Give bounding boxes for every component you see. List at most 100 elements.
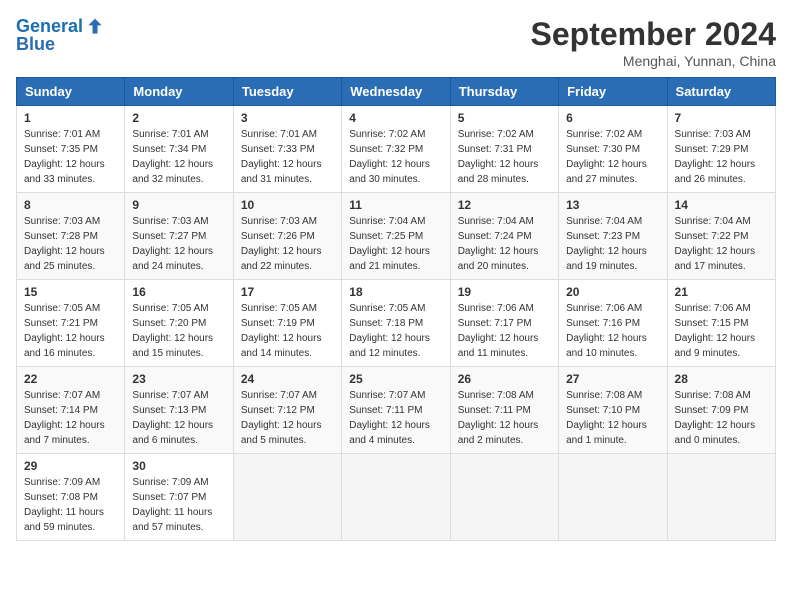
day-number: 29	[24, 459, 117, 473]
day-number: 14	[675, 198, 768, 212]
calendar-cell	[342, 454, 450, 541]
calendar-cell: 18 Sunrise: 7:05 AM Sunset: 7:18 PM Dayl…	[342, 280, 450, 367]
calendar-cell: 25 Sunrise: 7:07 AM Sunset: 7:11 PM Dayl…	[342, 367, 450, 454]
location-subtitle: Menghai, Yunnan, China	[531, 53, 776, 69]
day-info: Sunrise: 7:05 AM Sunset: 7:21 PM Dayligh…	[24, 301, 117, 361]
day-number: 26	[458, 372, 551, 386]
day-info: Sunrise: 7:03 AM Sunset: 7:29 PM Dayligh…	[675, 127, 768, 187]
calendar-cell: 17 Sunrise: 7:05 AM Sunset: 7:19 PM Dayl…	[233, 280, 341, 367]
day-info: Sunrise: 7:03 AM Sunset: 7:27 PM Dayligh…	[132, 214, 225, 274]
day-number: 5	[458, 111, 551, 125]
day-info: Sunrise: 7:04 AM Sunset: 7:22 PM Dayligh…	[675, 214, 768, 274]
weekday-header-row: SundayMondayTuesdayWednesdayThursdayFrid…	[17, 78, 776, 106]
day-info: Sunrise: 7:06 AM Sunset: 7:16 PM Dayligh…	[566, 301, 659, 361]
calendar-week-5: 29 Sunrise: 7:09 AM Sunset: 7:08 PM Dayl…	[17, 454, 776, 541]
day-number: 30	[132, 459, 225, 473]
weekday-header-tuesday: Tuesday	[233, 78, 341, 106]
calendar-cell: 29 Sunrise: 7:09 AM Sunset: 7:08 PM Dayl…	[17, 454, 125, 541]
day-number: 6	[566, 111, 659, 125]
calendar-cell: 15 Sunrise: 7:05 AM Sunset: 7:21 PM Dayl…	[17, 280, 125, 367]
day-number: 27	[566, 372, 659, 386]
calendar-cell: 3 Sunrise: 7:01 AM Sunset: 7:33 PM Dayli…	[233, 106, 341, 193]
day-number: 2	[132, 111, 225, 125]
day-number: 22	[24, 372, 117, 386]
day-info: Sunrise: 7:07 AM Sunset: 7:14 PM Dayligh…	[24, 388, 117, 448]
logo-icon	[85, 17, 105, 37]
day-info: Sunrise: 7:06 AM Sunset: 7:17 PM Dayligh…	[458, 301, 551, 361]
day-info: Sunrise: 7:02 AM Sunset: 7:31 PM Dayligh…	[458, 127, 551, 187]
calendar-cell: 26 Sunrise: 7:08 AM Sunset: 7:11 PM Dayl…	[450, 367, 558, 454]
calendar-cell: 28 Sunrise: 7:08 AM Sunset: 7:09 PM Dayl…	[667, 367, 775, 454]
day-info: Sunrise: 7:04 AM Sunset: 7:23 PM Dayligh…	[566, 214, 659, 274]
calendar-cell: 27 Sunrise: 7:08 AM Sunset: 7:10 PM Dayl…	[559, 367, 667, 454]
day-info: Sunrise: 7:02 AM Sunset: 7:32 PM Dayligh…	[349, 127, 442, 187]
day-number: 3	[241, 111, 334, 125]
day-info: Sunrise: 7:07 AM Sunset: 7:11 PM Dayligh…	[349, 388, 442, 448]
calendar-cell: 10 Sunrise: 7:03 AM Sunset: 7:26 PM Dayl…	[233, 193, 341, 280]
calendar-week-1: 1 Sunrise: 7:01 AM Sunset: 7:35 PM Dayli…	[17, 106, 776, 193]
weekday-header-friday: Friday	[559, 78, 667, 106]
calendar-cell: 13 Sunrise: 7:04 AM Sunset: 7:23 PM Dayl…	[559, 193, 667, 280]
day-info: Sunrise: 7:04 AM Sunset: 7:25 PM Dayligh…	[349, 214, 442, 274]
calendar-cell: 1 Sunrise: 7:01 AM Sunset: 7:35 PM Dayli…	[17, 106, 125, 193]
day-info: Sunrise: 7:08 AM Sunset: 7:09 PM Dayligh…	[675, 388, 768, 448]
day-info: Sunrise: 7:09 AM Sunset: 7:08 PM Dayligh…	[24, 475, 117, 535]
day-info: Sunrise: 7:06 AM Sunset: 7:15 PM Dayligh…	[675, 301, 768, 361]
day-number: 18	[349, 285, 442, 299]
day-number: 19	[458, 285, 551, 299]
logo: General Blue	[16, 16, 105, 55]
day-info: Sunrise: 7:08 AM Sunset: 7:11 PM Dayligh…	[458, 388, 551, 448]
calendar-cell	[450, 454, 558, 541]
calendar-cell: 19 Sunrise: 7:06 AM Sunset: 7:17 PM Dayl…	[450, 280, 558, 367]
day-number: 1	[24, 111, 117, 125]
calendar-cell: 9 Sunrise: 7:03 AM Sunset: 7:27 PM Dayli…	[125, 193, 233, 280]
calendar-week-4: 22 Sunrise: 7:07 AM Sunset: 7:14 PM Dayl…	[17, 367, 776, 454]
calendar-cell: 22 Sunrise: 7:07 AM Sunset: 7:14 PM Dayl…	[17, 367, 125, 454]
day-info: Sunrise: 7:05 AM Sunset: 7:19 PM Dayligh…	[241, 301, 334, 361]
day-number: 21	[675, 285, 768, 299]
day-info: Sunrise: 7:01 AM Sunset: 7:35 PM Dayligh…	[24, 127, 117, 187]
day-info: Sunrise: 7:03 AM Sunset: 7:28 PM Dayligh…	[24, 214, 117, 274]
day-number: 4	[349, 111, 442, 125]
title-section: September 2024 Menghai, Yunnan, China	[531, 16, 776, 69]
calendar-cell: 8 Sunrise: 7:03 AM Sunset: 7:28 PM Dayli…	[17, 193, 125, 280]
day-number: 12	[458, 198, 551, 212]
day-number: 10	[241, 198, 334, 212]
page-header: General Blue September 2024 Menghai, Yun…	[16, 16, 776, 69]
weekday-header-thursday: Thursday	[450, 78, 558, 106]
calendar-cell: 21 Sunrise: 7:06 AM Sunset: 7:15 PM Dayl…	[667, 280, 775, 367]
calendar-cell: 23 Sunrise: 7:07 AM Sunset: 7:13 PM Dayl…	[125, 367, 233, 454]
day-info: Sunrise: 7:03 AM Sunset: 7:26 PM Dayligh…	[241, 214, 334, 274]
calendar-cell: 16 Sunrise: 7:05 AM Sunset: 7:20 PM Dayl…	[125, 280, 233, 367]
day-info: Sunrise: 7:07 AM Sunset: 7:12 PM Dayligh…	[241, 388, 334, 448]
calendar-cell: 11 Sunrise: 7:04 AM Sunset: 7:25 PM Dayl…	[342, 193, 450, 280]
calendar-cell	[559, 454, 667, 541]
calendar-cell: 12 Sunrise: 7:04 AM Sunset: 7:24 PM Dayl…	[450, 193, 558, 280]
day-info: Sunrise: 7:07 AM Sunset: 7:13 PM Dayligh…	[132, 388, 225, 448]
calendar-cell: 7 Sunrise: 7:03 AM Sunset: 7:29 PM Dayli…	[667, 106, 775, 193]
day-info: Sunrise: 7:09 AM Sunset: 7:07 PM Dayligh…	[132, 475, 225, 535]
day-info: Sunrise: 7:04 AM Sunset: 7:24 PM Dayligh…	[458, 214, 551, 274]
calendar-cell: 6 Sunrise: 7:02 AM Sunset: 7:30 PM Dayli…	[559, 106, 667, 193]
day-number: 15	[24, 285, 117, 299]
weekday-header-sunday: Sunday	[17, 78, 125, 106]
calendar-cell: 2 Sunrise: 7:01 AM Sunset: 7:34 PM Dayli…	[125, 106, 233, 193]
weekday-header-saturday: Saturday	[667, 78, 775, 106]
day-info: Sunrise: 7:08 AM Sunset: 7:10 PM Dayligh…	[566, 388, 659, 448]
month-title: September 2024	[531, 16, 776, 53]
calendar-cell: 5 Sunrise: 7:02 AM Sunset: 7:31 PM Dayli…	[450, 106, 558, 193]
day-number: 16	[132, 285, 225, 299]
day-number: 11	[349, 198, 442, 212]
calendar-week-2: 8 Sunrise: 7:03 AM Sunset: 7:28 PM Dayli…	[17, 193, 776, 280]
day-number: 7	[675, 111, 768, 125]
day-number: 24	[241, 372, 334, 386]
day-info: Sunrise: 7:01 AM Sunset: 7:33 PM Dayligh…	[241, 127, 334, 187]
calendar-week-3: 15 Sunrise: 7:05 AM Sunset: 7:21 PM Dayl…	[17, 280, 776, 367]
day-number: 8	[24, 198, 117, 212]
day-info: Sunrise: 7:01 AM Sunset: 7:34 PM Dayligh…	[132, 127, 225, 187]
day-number: 23	[132, 372, 225, 386]
calendar-cell: 4 Sunrise: 7:02 AM Sunset: 7:32 PM Dayli…	[342, 106, 450, 193]
day-number: 28	[675, 372, 768, 386]
day-number: 13	[566, 198, 659, 212]
day-info: Sunrise: 7:05 AM Sunset: 7:20 PM Dayligh…	[132, 301, 225, 361]
